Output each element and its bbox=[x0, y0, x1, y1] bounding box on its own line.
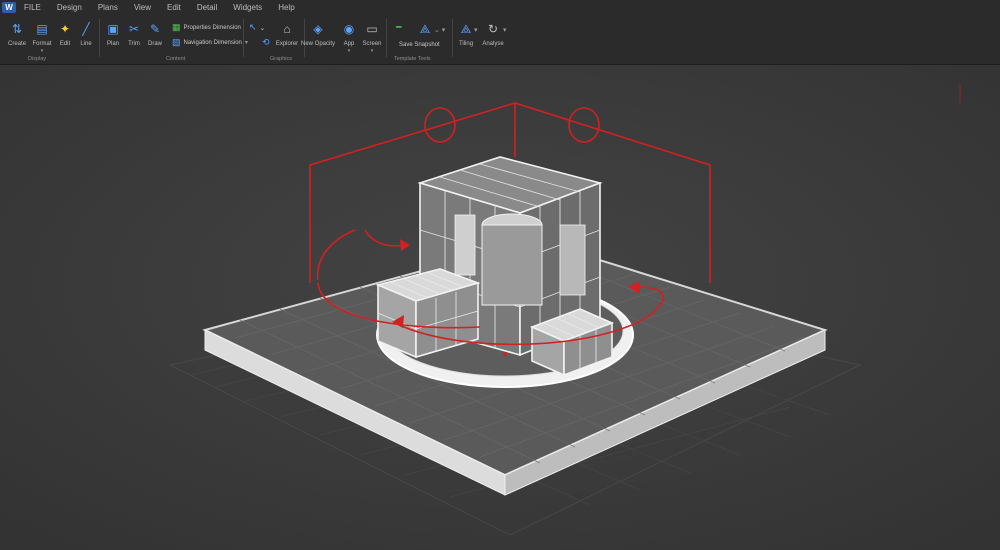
arrow-icon: ↖ bbox=[249, 22, 257, 32]
tab-edit[interactable]: Edit bbox=[167, 0, 181, 15]
chevron-down-icon[interactable]: ▾ bbox=[348, 48, 351, 54]
home-icon: ⌂ bbox=[283, 22, 291, 36]
tab-widgets[interactable]: Widgets bbox=[233, 0, 262, 15]
chevron-down-icon[interactable]: ⌄ ▾ bbox=[434, 26, 445, 34]
create-label: Create bbox=[7, 41, 26, 47]
navigation-dimension-button[interactable]: ▧ Navigation Dimension ▾ bbox=[172, 37, 248, 48]
group-separator bbox=[386, 19, 387, 57]
monitor-icon: ▭ bbox=[366, 22, 378, 36]
tiling-label: Tiling bbox=[458, 41, 474, 47]
explorer-button[interactable]: ⌂ Explorer bbox=[274, 21, 300, 47]
analyse-button[interactable]: ↻ Analyse bbox=[480, 21, 506, 47]
magic-wand-icon: ✦ bbox=[59, 22, 71, 36]
draw-icon: ✎ bbox=[149, 22, 161, 36]
screen-label: Screen bbox=[362, 41, 382, 47]
node-link-icon: ⟁ bbox=[419, 22, 431, 36]
draw-label: Draw bbox=[147, 41, 162, 47]
draw-button[interactable]: ✎ Draw bbox=[142, 21, 168, 47]
ribbon-toolbar: ⇅ Create ▤ Format ▾ ✦ Edit ╱ Line Displa… bbox=[0, 15, 1000, 64]
cube-icon: ◈ bbox=[313, 22, 323, 36]
chevron-icon: ⌄ bbox=[259, 24, 266, 32]
group-label-content: Content bbox=[166, 56, 186, 62]
app-window: W FILE Design Plans View Edit Detail Wid… bbox=[0, 0, 1000, 550]
globe-icon: ◉ bbox=[343, 22, 355, 36]
plan-view-icon: ▣ bbox=[107, 22, 119, 36]
tab-view[interactable]: View bbox=[134, 0, 151, 15]
navigation-dimension-label: Navigation Dimension bbox=[183, 39, 242, 46]
chevron-down-icon[interactable]: ▾ bbox=[503, 26, 507, 34]
new-opacity-label: New Opacity bbox=[301, 41, 336, 47]
grid-table-icon: ▤ bbox=[36, 22, 48, 36]
format-label: Format bbox=[32, 41, 52, 47]
cursor-select-icon: ⇅ bbox=[11, 22, 23, 36]
rotate-icon: ⟲ bbox=[262, 37, 270, 47]
save-snapshot-label: Save Snapshot bbox=[399, 42, 440, 48]
tab-help[interactable]: Help bbox=[278, 0, 294, 15]
snapshot-line-icon: ━ bbox=[396, 22, 402, 32]
pivot-point[interactable] bbox=[503, 352, 507, 356]
3d-viewport[interactable] bbox=[0, 65, 1000, 550]
tab-plans[interactable]: Plans bbox=[98, 0, 118, 15]
chevron-down-icon[interactable]: ▾ bbox=[245, 39, 248, 46]
edit-label: Edit bbox=[59, 41, 71, 47]
snapshot-line-button[interactable]: ━ bbox=[396, 22, 404, 33]
tiling-button[interactable]: ⟁ Tiling bbox=[453, 21, 479, 47]
app-menu-button[interactable]: W bbox=[2, 2, 16, 13]
ribbon: W FILE Design Plans View Edit Detail Wid… bbox=[0, 0, 1000, 65]
trim-icon: ✂ bbox=[128, 22, 140, 36]
navigation-icon: ▧ bbox=[172, 37, 181, 47]
rotate-view-button[interactable]: ⟲ bbox=[262, 37, 273, 48]
new-opacity-button[interactable]: ◈ New Opacity bbox=[301, 21, 335, 47]
screen-button[interactable]: ▭ Screen ▾ bbox=[359, 21, 385, 54]
node-link-icon: ⟁ bbox=[460, 22, 472, 36]
trim-label: Trim bbox=[128, 41, 140, 47]
plan-label: Plan bbox=[106, 41, 119, 47]
analyse-label: Analyse bbox=[482, 41, 504, 47]
tab-file[interactable]: FILE bbox=[24, 0, 41, 15]
group-label-display: Display bbox=[28, 56, 47, 62]
explorer-label: Explorer bbox=[275, 41, 299, 47]
tab-detail[interactable]: Detail bbox=[197, 0, 217, 15]
line-button[interactable]: ╱ Line bbox=[73, 21, 99, 47]
ribbon-tab-bar: W FILE Design Plans View Edit Detail Wid… bbox=[0, 0, 1000, 15]
select-arrow-button[interactable]: ↖ ⌄ bbox=[249, 22, 268, 33]
scene-canvas[interactable] bbox=[0, 65, 1000, 550]
group-separator bbox=[243, 19, 244, 57]
group-label-graphics: Graphics bbox=[270, 56, 293, 62]
properties-dimension-button[interactable]: ▦ Properties Dimension bbox=[172, 22, 241, 33]
line-label: Line bbox=[80, 41, 92, 47]
properties-dimension-label: Properties Dimension bbox=[183, 24, 241, 31]
chevron-down-icon[interactable]: ▾ bbox=[474, 26, 478, 34]
pen-line-icon: ╱ bbox=[82, 22, 90, 36]
save-snapshot-button[interactable]: Save Snapshot bbox=[399, 42, 440, 48]
chevron-down-icon[interactable]: ▾ bbox=[371, 48, 374, 54]
properties-icon: ▦ bbox=[172, 22, 181, 32]
chevron-down-icon[interactable]: ▾ bbox=[41, 48, 44, 54]
refresh-icon: ↻ bbox=[487, 22, 499, 36]
create-button[interactable]: ⇅ Create bbox=[4, 21, 30, 47]
group-label-template-tools: Template Tools bbox=[394, 56, 431, 62]
tab-design[interactable]: Design bbox=[57, 0, 82, 15]
app-label: App bbox=[343, 41, 355, 47]
